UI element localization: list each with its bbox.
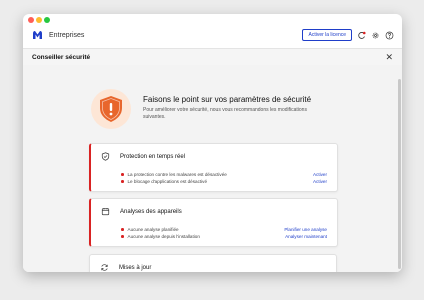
calendar-icon — [101, 208, 110, 216]
security-advisor-header: Conseiller sécurité ✕ — [23, 49, 402, 66]
warning-dot — [121, 180, 124, 183]
close-window-button[interactable] — [28, 17, 34, 23]
refresh-icon — [101, 264, 108, 271]
schedule-scan-link[interactable]: Planifier une analyse — [284, 227, 327, 232]
minimize-window-button[interactable] — [36, 17, 42, 23]
malwarebytes-logo-icon — [33, 31, 42, 39]
advisor-content: Faisons le point sur vos paramètres de s… — [23, 65, 402, 272]
title-bar — [23, 14, 402, 23]
hero-title: Faisons le point sur vos paramètres de s… — [143, 95, 312, 104]
card-title: Analyses des appareils — [120, 208, 182, 215]
activate-license-button[interactable]: Activer la licence — [302, 29, 352, 41]
item-text: Aucune analyse depuis l'installation — [127, 234, 200, 239]
card-title: Protection en temps réel — [120, 153, 186, 160]
hero-section: Faisons le point sur vos paramètres de s… — [91, 89, 313, 129]
zoom-window-button[interactable] — [44, 17, 50, 23]
hero-subtitle: Pour améliorer votre sécurité, nous vous… — [143, 107, 307, 120]
updates-card: Mises à jour — [89, 254, 337, 272]
app-window: Entreprises Activer la licence Conseille… — [23, 14, 402, 272]
item-text: La protection contre les malwares est dé… — [127, 172, 227, 177]
activate-link[interactable]: Activer — [313, 179, 327, 184]
app-header: Entreprises Activer la licence — [23, 22, 402, 49]
card-title: Mises à jour — [119, 264, 152, 271]
activate-link[interactable]: Activer — [313, 172, 327, 177]
help-icon[interactable] — [385, 31, 394, 40]
list-item: Le blocage d'applications est désactivé … — [121, 178, 327, 185]
close-icon[interactable]: ✕ — [385, 52, 393, 62]
item-text: Le blocage d'applications est désactivé — [127, 179, 208, 184]
warning-dot — [121, 173, 124, 176]
shield-icon — [101, 152, 110, 161]
warning-shield-icon — [100, 96, 122, 122]
realtime-protection-card: Protection en temps réel La protection c… — [89, 143, 338, 192]
item-text: Aucune analyse planifiée — [127, 227, 179, 232]
gear-icon[interactable] — [371, 31, 380, 40]
scrollbar[interactable] — [398, 79, 401, 269]
list-item: Aucune analyse depuis l'installation Ana… — [121, 233, 327, 240]
warning-dot — [121, 228, 124, 231]
warning-dot — [121, 235, 124, 238]
list-item: La protection contre les malwares est dé… — [121, 171, 327, 178]
list-item: Aucune analyse planifiée Planifier une a… — [121, 226, 327, 233]
alert-refresh-icon[interactable] — [357, 31, 366, 40]
panel-title: Conseiller sécurité — [32, 53, 91, 61]
scan-now-link[interactable]: Analyser maintenant — [285, 234, 327, 239]
brand-name: Entreprises — [49, 31, 85, 39]
hero-shield-badge — [91, 89, 131, 129]
device-scans-card: Analyses des appareils Aucune analyse pl… — [89, 198, 338, 247]
